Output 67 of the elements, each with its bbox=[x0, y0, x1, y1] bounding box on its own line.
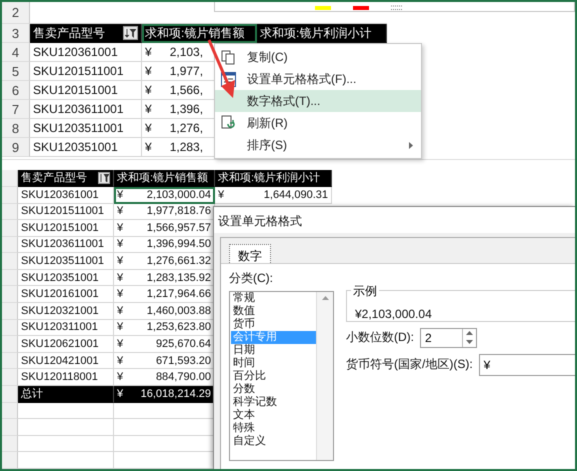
list-item[interactable]: 常规 bbox=[231, 292, 316, 305]
row-number: 6 bbox=[2, 81, 30, 100]
decimal-spinbox[interactable]: 2 bbox=[420, 328, 477, 348]
table-cell: SKU120351001 bbox=[30, 138, 142, 157]
table-cell: SKU1203611001 bbox=[30, 100, 142, 119]
table-cell: SKU120118001 bbox=[18, 369, 114, 386]
table-cell: SKU120311001 bbox=[18, 320, 114, 336]
currency-dropdown[interactable]: ¥ bbox=[478, 354, 575, 376]
table-cell: 总计 bbox=[18, 386, 114, 403]
field-label: 小数位数(D): bbox=[346, 329, 414, 346]
group-label: 示例 bbox=[351, 282, 379, 300]
column-header: 售卖产品型号 bbox=[18, 170, 114, 187]
table-cell: SKU1201511001 bbox=[30, 62, 142, 81]
table-cell: SKU1201511001 bbox=[18, 204, 114, 220]
table-cell: ¥ 1,644,090.31 bbox=[215, 186, 332, 204]
list-item[interactable]: 时间 bbox=[231, 356, 316, 370]
table-cell: SKU120151001 bbox=[30, 81, 142, 100]
table-cell: SKU1203611001 bbox=[18, 236, 114, 254]
field-label: 分类(C): bbox=[229, 270, 274, 287]
table-cell: SKU120361001 bbox=[18, 186, 114, 204]
table-cell: SKU120321001 bbox=[18, 303, 114, 320]
list-item[interactable]: 分数 bbox=[231, 382, 316, 396]
table-cell: SKU120421001 bbox=[18, 352, 114, 370]
table-cell: ¥ 1,276,661.32 bbox=[114, 253, 215, 270]
column-header: 求和项:镜片利润小计 bbox=[257, 24, 387, 43]
table-cell: SKU120361001 bbox=[30, 43, 142, 62]
list-item[interactable]: 文本 bbox=[231, 408, 316, 422]
list-item[interactable]: 日期 bbox=[231, 344, 316, 357]
row-number: 9 bbox=[2, 138, 30, 157]
table-cell: SKU1203511001 bbox=[18, 253, 114, 270]
column-header: 求和项:镜片利润小计 bbox=[215, 170, 332, 187]
table-cell: ¥ 1,460,003.88 bbox=[114, 303, 215, 320]
table-cell: SKU120151001 bbox=[18, 220, 114, 237]
category-list[interactable]: 常规 数值 货币 会计专用 日期 时间 百分比 分数 科学记数 文本 特殊 自定义 bbox=[229, 290, 334, 461]
list-item[interactable]: 货币 bbox=[231, 318, 316, 331]
list-item[interactable]: 自定义 bbox=[231, 434, 316, 448]
column-header: 求和项:镜片销售额 bbox=[142, 24, 257, 43]
row-number: 2 bbox=[2, 2, 30, 24]
list-item[interactable]: 特殊 bbox=[231, 422, 316, 435]
table-cell: SKU1203511001 bbox=[30, 119, 142, 138]
column-header: 售卖产品型号 bbox=[30, 24, 142, 43]
list-item[interactable]: 数值 bbox=[231, 304, 316, 318]
table-cell: ¥ 2,103,000.04 bbox=[114, 186, 215, 204]
table-cell: ¥ 1,977,818.76 bbox=[114, 204, 215, 220]
field-label: 货币符号(国家/地区)(S): bbox=[346, 356, 473, 374]
table-cell: ¥ 1,396,994.50 bbox=[114, 236, 215, 254]
table-cell: ¥ 16,018,214.29 bbox=[114, 386, 215, 403]
row-number: 5 bbox=[2, 62, 30, 81]
row-number: 7 bbox=[2, 100, 30, 119]
table-cell: ¥ 1,217,964.66 bbox=[114, 286, 215, 304]
table-cell: ¥ 925,670.64 bbox=[114, 336, 215, 353]
table-cell: SKU120161001 bbox=[18, 286, 114, 304]
row-number: 3 bbox=[2, 24, 30, 43]
dialog-title: 设置单元格格式 bbox=[214, 206, 575, 233]
menu-item[interactable]: 数字格式(T)... bbox=[215, 90, 421, 112]
table-cell: SKU120351001 bbox=[18, 270, 114, 286]
table-cell: ¥ 1,253,623.80 bbox=[114, 320, 215, 336]
row-number: 4 bbox=[2, 43, 30, 62]
row-number: 8 bbox=[2, 119, 30, 138]
list-item[interactable]: 百分比 bbox=[231, 370, 316, 383]
tab[interactable]: 数字 bbox=[229, 244, 271, 263]
column-header: 求和项:镜片销售额 bbox=[114, 170, 215, 187]
sample-value: ¥2,103,000.04 bbox=[355, 306, 432, 321]
list-item[interactable]: 科学记数 bbox=[231, 396, 316, 409]
table-cell: ¥ 884,790.00 bbox=[114, 369, 215, 386]
table-cell: ¥ 1,566,957.57 bbox=[114, 220, 215, 237]
table-cell: SKU120621001 bbox=[18, 336, 114, 353]
